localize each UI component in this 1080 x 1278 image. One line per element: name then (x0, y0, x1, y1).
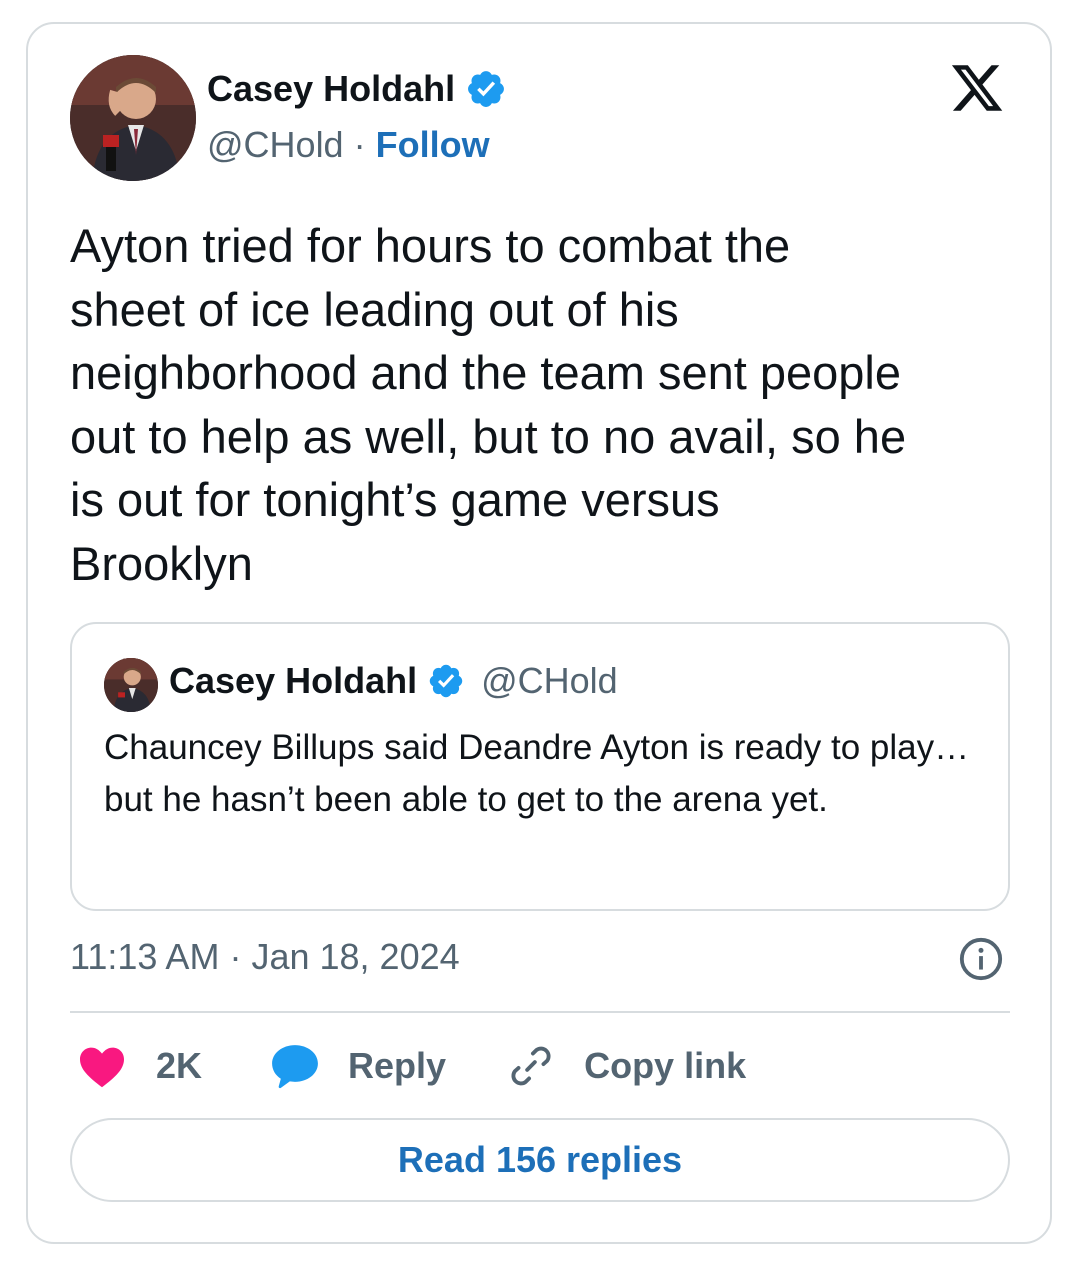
author-handle-row: @CHold · Follow (207, 124, 490, 166)
action-bar: 2K Reply Copy link (78, 1040, 746, 1092)
author-name-row: Casey Holdahl (207, 68, 507, 110)
quoted-tweet[interactable]: Casey Holdahl @CHold Chauncey Billups sa… (70, 622, 1010, 911)
info-icon[interactable] (958, 936, 1004, 982)
quoted-author-name: Casey Holdahl (169, 660, 418, 701)
timestamp-separator: · (229, 936, 242, 977)
author-handle[interactable]: @CHold (207, 124, 344, 166)
copy-link-button[interactable]: Copy link (508, 1043, 746, 1089)
quoted-tweet-text: Chauncey Billups said Deandre Ayton is r… (104, 728, 970, 819)
tweet-text: Ayton tried for hours to combat the shee… (70, 219, 907, 590)
speech-bubble-icon (272, 1045, 318, 1089)
copy-link-label: Copy link (584, 1045, 747, 1086)
tweet-time: 11:13 AM (70, 936, 220, 977)
follow-button[interactable]: Follow (376, 124, 490, 166)
like-count: 2K (156, 1045, 203, 1086)
verified-badge-icon (468, 71, 505, 107)
author-avatar[interactable] (70, 55, 196, 181)
verified-badge-icon (429, 664, 463, 698)
link-icon (511, 1046, 551, 1086)
tweet-date: Jan 18, 2024 (251, 936, 460, 977)
heart-icon (80, 1047, 124, 1088)
divider (70, 1011, 1010, 1013)
quoted-header: Casey Holdahl @CHold (169, 660, 618, 702)
quoted-author-avatar (104, 658, 158, 712)
author-name[interactable]: Casey Holdahl (207, 68, 455, 110)
read-replies-button[interactable]: Read 156 replies (70, 1118, 1010, 1202)
reply-label: Reply (348, 1045, 447, 1086)
quoted-author-handle: @CHold (481, 660, 618, 701)
x-logo-icon[interactable] (948, 60, 1006, 116)
reply-button[interactable]: Reply (270, 1042, 446, 1090)
like-button[interactable]: 2K (78, 1044, 202, 1088)
tweet-timestamp[interactable]: 11:13 AM · Jan 18, 2024 (70, 936, 460, 978)
handle-separator: · (353, 124, 366, 165)
